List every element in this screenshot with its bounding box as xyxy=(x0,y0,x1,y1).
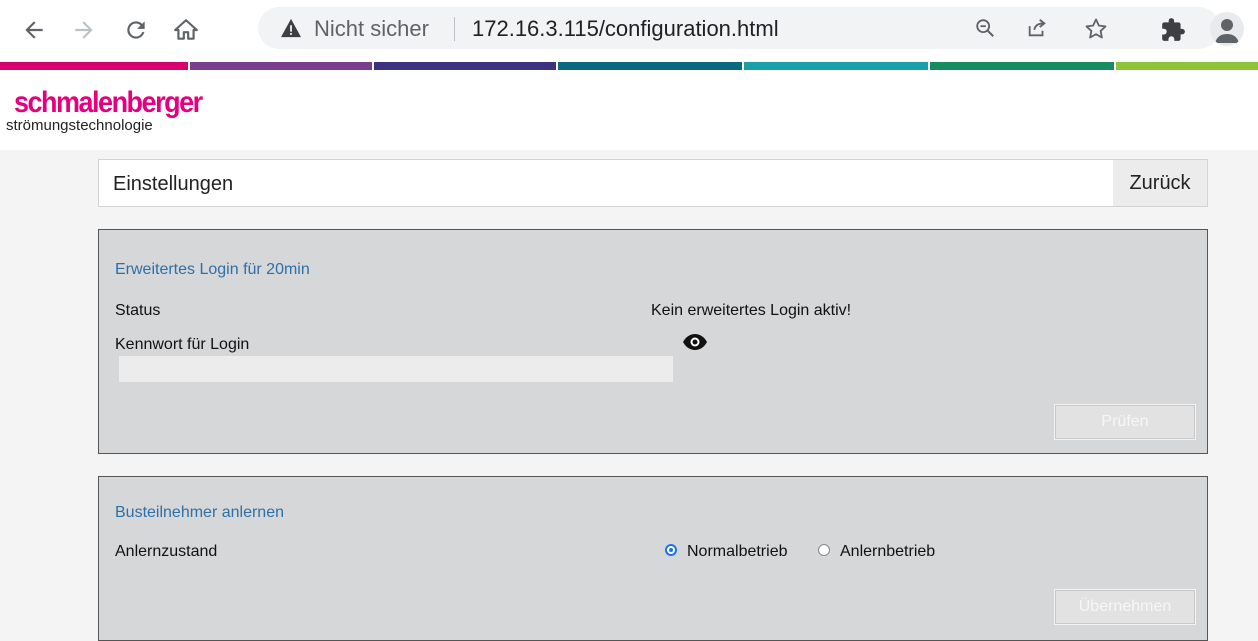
back-arrow-icon[interactable] xyxy=(16,12,52,48)
browser-toolbar: Nicht sicher 172.16.3.115/configuration.… xyxy=(0,0,1258,62)
back-button[interactable]: Zurück xyxy=(1113,160,1207,206)
apply-button[interactable]: Übernehmen xyxy=(1054,589,1196,625)
share-icon[interactable] xyxy=(1026,17,1048,39)
stripe-segment xyxy=(374,62,556,70)
normal-mode-radio[interactable] xyxy=(665,544,677,556)
brand-stripe xyxy=(0,62,1258,70)
status-label: Status xyxy=(115,302,161,319)
password-field[interactable] xyxy=(119,356,673,382)
status-value: Kein erweitertes Login aktiv! xyxy=(651,302,852,319)
stripe-segment xyxy=(190,62,372,70)
stripe-segment xyxy=(1116,62,1258,70)
bookmark-star-icon[interactable] xyxy=(1084,17,1108,41)
logo-brand: schmalenberger xyxy=(14,85,203,119)
home-icon[interactable] xyxy=(168,12,204,48)
normal-mode-label[interactable]: Normalbetrieb xyxy=(687,543,787,561)
url-text[interactable]: 172.16.3.115/configuration.html xyxy=(472,16,779,42)
password-label: Kennwort für Login xyxy=(115,336,250,353)
logo-tagline: strömungstechnologie xyxy=(6,117,153,134)
login-panel: Erweitertes Login für 20min Status Kein … xyxy=(98,229,1208,454)
profile-avatar-icon[interactable] xyxy=(1210,12,1244,46)
learn-mode-label: Anlernzustand xyxy=(115,543,218,560)
security-label[interactable]: Nicht sicher xyxy=(314,16,429,42)
bus-panel-title: Busteilnehmer anlernen xyxy=(115,504,284,521)
reload-icon[interactable] xyxy=(118,12,154,48)
eye-icon[interactable] xyxy=(682,333,708,351)
stripe-segment xyxy=(930,62,1114,70)
learn-mode-radio[interactable] xyxy=(818,544,830,556)
warning-icon xyxy=(281,18,301,38)
forward-arrow-icon[interactable] xyxy=(66,12,102,48)
extensions-icon[interactable] xyxy=(1160,17,1186,43)
divider xyxy=(454,17,455,41)
page-header: Einstellungen Zurück xyxy=(98,159,1208,207)
learn-mode-option-label[interactable]: Anlernbetrieb xyxy=(840,543,935,561)
page-title: Einstellungen xyxy=(113,173,234,195)
stripe-segment xyxy=(558,62,742,70)
check-button[interactable]: Prüfen xyxy=(1054,404,1196,440)
company-logo: schmalenberger strömungstechnologie xyxy=(6,85,203,134)
stripe-segment xyxy=(0,62,188,70)
login-panel-title: Erweitertes Login für 20min xyxy=(115,261,310,278)
zoom-out-icon[interactable] xyxy=(974,17,996,39)
address-bar[interactable]: Nicht sicher 172.16.3.115/configuration.… xyxy=(258,7,1220,49)
bus-panel: Busteilnehmer anlernen Anlernzustand Nor… xyxy=(98,476,1208,641)
stripe-segment xyxy=(744,62,928,70)
